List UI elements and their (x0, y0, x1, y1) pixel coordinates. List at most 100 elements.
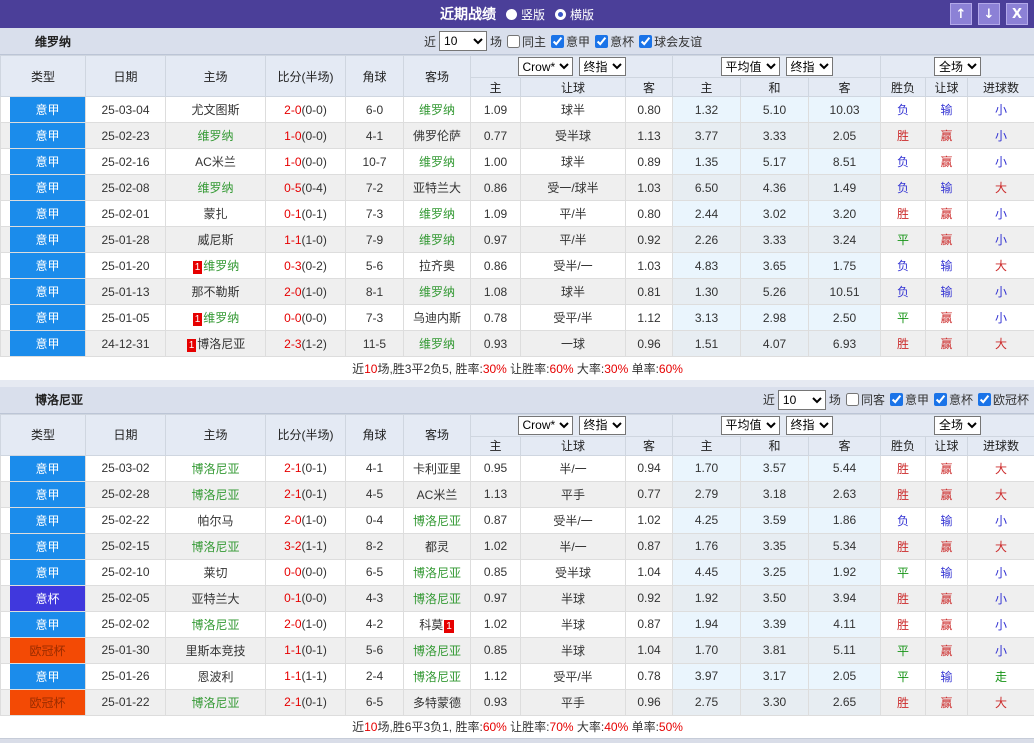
avg-home-cell: 1.92 (673, 585, 741, 611)
result-cell-value: 负 (897, 514, 909, 528)
score-cell: 2-0(0-0) (266, 97, 346, 123)
filter-checkbox-意甲[interactable]: 意甲 (888, 391, 929, 408)
avg-away-cell: 2.05 (809, 123, 881, 149)
avg-home-cell: 4.45 (673, 559, 741, 585)
avg-draw-cell: 4.36 (741, 175, 809, 201)
goals-result-cell: 小 (968, 227, 1034, 253)
avg-away-cell: 5.34 (809, 533, 881, 559)
score-cell: 2-1(0-1) (266, 481, 346, 507)
handicap-cell: 平手 (521, 481, 626, 507)
checkbox-欧冠杯[interactable] (978, 393, 991, 406)
radio-vertical-icon[interactable] (506, 9, 517, 20)
handicap-cell: 半/一 (521, 455, 626, 481)
matches-count-select[interactable]: 10 (439, 31, 487, 51)
close-button[interactable]: X (1006, 3, 1028, 25)
goals-result-cell-value: 大 (995, 488, 1007, 502)
summary-text: 40% (604, 720, 628, 734)
away-team-name: 亚特兰大 (413, 181, 461, 195)
home-team-cell: 1维罗纳 (166, 253, 266, 279)
away-odds-cell: 1.03 (626, 253, 673, 279)
bookmaker-select[interactable]: Crow* (518, 416, 573, 435)
avg-home-cell: 1.51 (673, 331, 741, 357)
league-badge: 意甲 (10, 97, 85, 122)
home-odds-cell: 0.87 (471, 507, 521, 533)
half-time-score: (0-0) (302, 103, 327, 117)
away-team-name: 博洛尼亚 (413, 670, 461, 684)
handicap-result-cell: 赢 (926, 201, 968, 227)
full-time-score: 0-1 (284, 591, 301, 605)
away-team-name: 都灵 (425, 540, 449, 554)
home-team-cell: 博洛尼亚 (166, 611, 266, 637)
away-odds-cell: 1.13 (626, 123, 673, 149)
handicap-cell: 平手 (521, 689, 626, 715)
handicap-result-cell-value: 输 (941, 514, 953, 528)
final-index-select-2[interactable]: 终指 (786, 416, 833, 435)
result-cell: 平 (881, 559, 926, 585)
away-team-name: 乌迪内斯 (413, 311, 461, 325)
matches-count-select[interactable]: 10 (778, 390, 826, 410)
corner-cell: 6-0 (346, 97, 404, 123)
checkbox-意杯[interactable] (934, 393, 947, 406)
scope-select[interactable]: 全场 (934, 416, 981, 435)
away-team-cell: AC米兰 (404, 481, 471, 507)
result-cell-value: 胜 (897, 462, 909, 476)
full-time-score: 2-0 (284, 103, 301, 117)
away-team-cell: 佛罗伦萨 (404, 123, 471, 149)
checkbox-label: 球会友谊 (654, 33, 702, 50)
filter-checkbox-球会友谊[interactable]: 球会友谊 (637, 33, 702, 50)
final-index-select-2[interactable]: 终指 (786, 57, 833, 76)
date-cell: 25-02-10 (86, 559, 166, 585)
checkbox-意甲[interactable] (551, 35, 564, 48)
average-select[interactable]: 平均值 (721, 416, 780, 435)
final-index-select[interactable]: 终指 (579, 57, 626, 76)
summary-row: 近10场,胜6平3负1, 胜率:60% 让胜率:70% 大率:40% 单率:50… (1, 715, 1034, 738)
summary-cell: 近10场,胜3平2负5, 胜率:30% 让胜率:60% 大率:30% 单率:60… (1, 357, 1034, 380)
layout-option-horizontal[interactable]: 横版 (570, 6, 594, 23)
layout-option-vertical[interactable]: 竖版 (521, 6, 545, 23)
average-select[interactable]: 平均值 (721, 57, 780, 76)
avg-away-cell: 10.51 (809, 279, 881, 305)
final-index-select[interactable]: 终指 (579, 416, 626, 435)
filter-checkbox-同主[interactable]: 同主 (505, 33, 546, 50)
checkbox-意杯[interactable] (595, 35, 608, 48)
checkbox-同客[interactable] (846, 393, 859, 406)
checkbox-意甲[interactable] (890, 393, 903, 406)
avg-away-cell: 5.11 (809, 637, 881, 663)
filter-checkbox-意杯[interactable]: 意杯 (932, 391, 973, 408)
radio-horizontal-selected-icon[interactable] (555, 9, 566, 20)
scope-select[interactable]: 全场 (934, 57, 981, 76)
result-cell: 胜 (881, 481, 926, 507)
home-team-name: 博洛尼亚 (191, 462, 239, 476)
league-type-cell: 意甲 (1, 279, 86, 305)
away-team-cell: 维罗纳 (404, 227, 471, 253)
goals-result-cell-value: 小 (995, 311, 1007, 325)
score-cell: 2-1(0-1) (266, 689, 346, 715)
league-badge: 意甲 (10, 560, 85, 585)
bookmaker-select[interactable]: Crow* (518, 57, 573, 76)
filter-checkbox-意杯[interactable]: 意杯 (593, 33, 634, 50)
checkbox-同主[interactable] (507, 35, 520, 48)
move-down-button[interactable]: ↓ (978, 3, 1000, 25)
move-up-button[interactable]: ↑ (950, 3, 972, 25)
result-cell-value: 胜 (897, 540, 909, 554)
filter-checkbox-欧冠杯[interactable]: 欧冠杯 (976, 391, 1029, 408)
table-row: 意甲25-02-22帕尔马2-0(1-0)0-4博洛尼亚0.87受半/一1.02… (1, 507, 1034, 533)
score-cell: 2-0(1-0) (266, 611, 346, 637)
checkbox-球会友谊[interactable] (639, 35, 652, 48)
filter-checkbox-意甲[interactable]: 意甲 (549, 33, 590, 50)
result-cell: 胜 (881, 331, 926, 357)
goals-result-cell-value: 大 (995, 259, 1007, 273)
result-cell: 胜 (881, 123, 926, 149)
home-odds-cell: 0.78 (471, 305, 521, 331)
avg-away-cell: 3.24 (809, 227, 881, 253)
handicap-result-cell: 赢 (926, 149, 968, 175)
date-cell: 25-01-28 (86, 227, 166, 253)
handicap-result-cell: 输 (926, 663, 968, 689)
avg-draw-cell: 3.02 (741, 201, 809, 227)
filter-checkbox-同客[interactable]: 同客 (844, 391, 885, 408)
result-cell-value: 胜 (897, 488, 909, 502)
home-team-name: 博洛尼亚 (191, 696, 239, 710)
home-team-name: 博洛尼亚 (191, 618, 239, 632)
table-summary: 近10场,胜3平2负5, 胜率:30% 让胜率:60% 大率:30% 单率:60… (1, 357, 1034, 380)
avg-home-cell: 3.13 (673, 305, 741, 331)
